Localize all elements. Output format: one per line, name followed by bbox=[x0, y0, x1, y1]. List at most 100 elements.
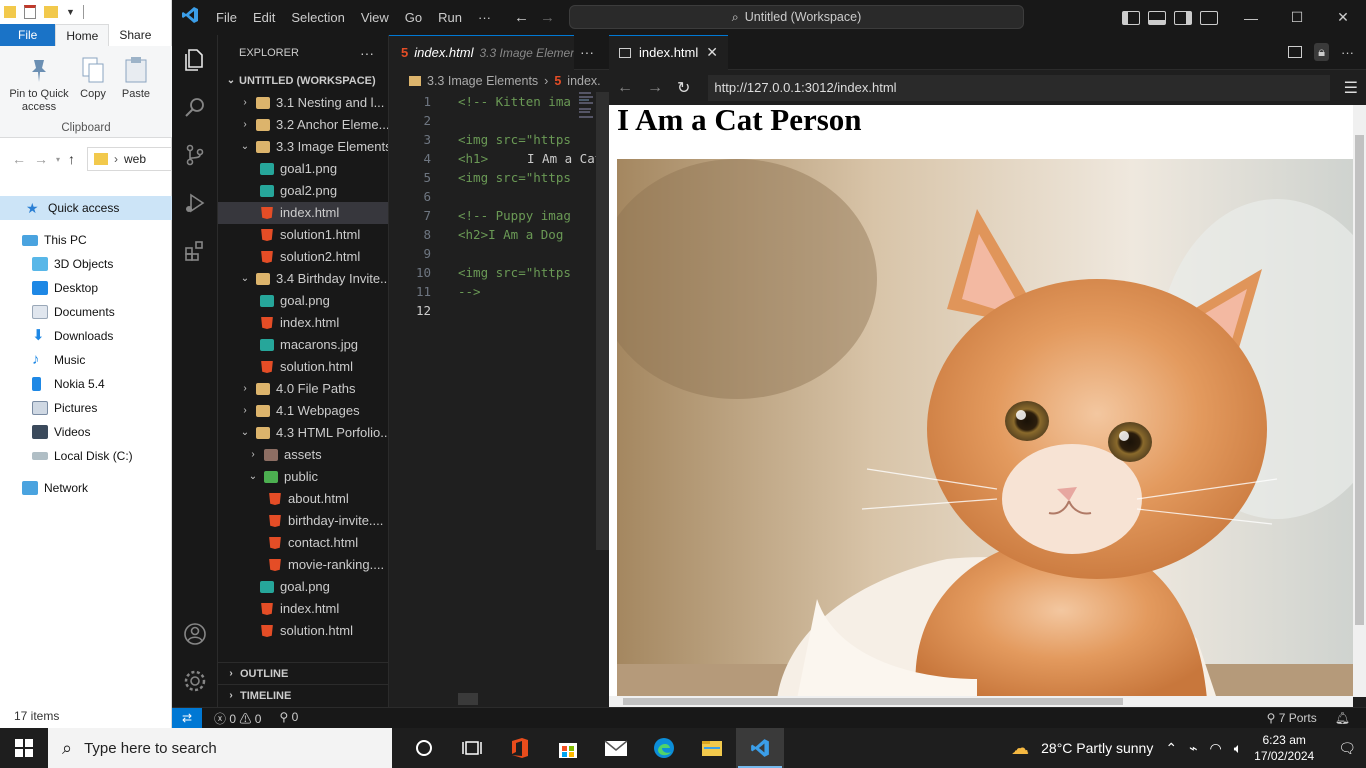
address-bar[interactable]: › web bbox=[87, 147, 172, 171]
weather-text[interactable]: 28°C Partly sunny bbox=[1041, 740, 1153, 756]
tree-folder[interactable]: › assets bbox=[218, 444, 388, 466]
toggle-secondary-sidebar-icon[interactable] bbox=[1174, 10, 1192, 25]
volume-icon[interactable]: 🔈︎ bbox=[1234, 740, 1242, 757]
nav-documents[interactable]: Documents bbox=[0, 300, 172, 324]
file-explorer-icon[interactable] bbox=[688, 728, 736, 768]
command-center[interactable]: ⌕ Untitled (Workspace) bbox=[569, 5, 1024, 29]
breadcrumb-file[interactable]: index. bbox=[567, 74, 600, 88]
new-folder-icon[interactable] bbox=[44, 6, 58, 18]
code-line[interactable]: 8 <h2>I Am a Dog bbox=[389, 225, 609, 244]
nav-pictures[interactable]: Pictures bbox=[0, 396, 172, 420]
menu-hamburger-icon[interactable]: ☰ bbox=[1344, 78, 1358, 98]
tree-file[interactable]: index.html bbox=[218, 202, 388, 224]
wifi-icon[interactable]: ◠ bbox=[1210, 740, 1222, 757]
extensions-icon[interactable] bbox=[183, 239, 207, 263]
menu-file[interactable]: File bbox=[208, 10, 245, 25]
nav-downloads[interactable]: ⬇ Downloads bbox=[0, 324, 172, 348]
task-view-icon[interactable] bbox=[448, 728, 496, 768]
editor-scrollbar[interactable] bbox=[596, 92, 609, 550]
scrollbar-thumb[interactable] bbox=[623, 698, 1123, 705]
tree-file[interactable]: goal1.png bbox=[218, 158, 388, 180]
close-icon[interactable]: ✕ bbox=[1320, 9, 1366, 26]
menu-view[interactable]: View bbox=[353, 10, 397, 25]
up-arrow-icon[interactable]: ↑ bbox=[68, 151, 75, 167]
more-actions-icon[interactable]: ··· bbox=[580, 44, 594, 60]
nav-local-disk[interactable]: Local Disk (C:) bbox=[0, 444, 172, 468]
scrollbar-thumb[interactable] bbox=[1355, 135, 1364, 625]
tab-home[interactable]: Home bbox=[55, 24, 110, 46]
tree-folder[interactable]: ⌄ 4.3 HTML Porfolio... bbox=[218, 422, 388, 444]
nav-forward-icon[interactable]: → bbox=[540, 9, 555, 26]
code-line[interactable]: 4 <h1> I Am a Cat bbox=[389, 149, 609, 168]
editor-horizontal-scrollbar[interactable] bbox=[458, 693, 478, 705]
tree-folder[interactable]: › 4.1 Webpages bbox=[218, 400, 388, 422]
start-button[interactable] bbox=[0, 728, 48, 768]
tree-folder[interactable]: ⌄ 3.4 Birthday Invite... bbox=[218, 268, 388, 290]
properties-icon[interactable] bbox=[24, 5, 36, 19]
menu-selection[interactable]: Selection bbox=[283, 10, 352, 25]
settings-gear-icon[interactable] bbox=[183, 669, 207, 693]
customize-layout-icon[interactable] bbox=[1200, 10, 1218, 25]
office-icon[interactable] bbox=[496, 728, 544, 768]
url-input[interactable]: http://127.0.0.1:3012/index.html bbox=[708, 74, 1330, 101]
reload-icon[interactable]: ↻ bbox=[677, 78, 690, 98]
network-icon[interactable]: ⌁ bbox=[1189, 740, 1197, 757]
tree-file[interactable]: movie-ranking.... bbox=[218, 554, 388, 576]
run-debug-icon[interactable] bbox=[183, 191, 207, 215]
code-line[interactable]: 5 <img src="https bbox=[389, 168, 609, 187]
weather-icon[interactable]: ☁ bbox=[1011, 738, 1029, 759]
nav-back-icon[interactable]: ← bbox=[514, 9, 529, 26]
outline-section[interactable]: › OUTLINE bbox=[218, 663, 388, 685]
pin-quick-access-button[interactable]: Pin to Quick access bbox=[4, 56, 74, 114]
tree-folder[interactable]: ⌄ 3.3 Image Elements bbox=[218, 136, 388, 158]
code-line[interactable]: 7 <!-- Puppy imag bbox=[389, 206, 609, 225]
workspace-root[interactable]: ⌄ UNTITLED (WORKSPACE) bbox=[218, 70, 388, 92]
nav-3d-objects[interactable]: 3D Objects bbox=[0, 252, 172, 276]
notifications-bell-icon[interactable]: 🔔︎ bbox=[1335, 711, 1350, 725]
tree-file[interactable]: solution.html bbox=[218, 356, 388, 378]
menu-more[interactable]: ··· bbox=[470, 10, 499, 25]
recent-dropdown-icon[interactable]: ▾ bbox=[56, 155, 60, 164]
code-line[interactable]: 10 <img src="https bbox=[389, 263, 609, 282]
preview-scrollbar[interactable] bbox=[1353, 105, 1366, 697]
tree-file[interactable]: birthday-invite.... bbox=[218, 510, 388, 532]
nav-quick-access[interactable]: ★ Quick access bbox=[0, 196, 172, 220]
notifications-icon[interactable]: 🗨︎ bbox=[1338, 740, 1356, 757]
tab-share[interactable]: Share bbox=[109, 24, 161, 46]
code-line[interactable]: 1 <!-- Kitten ima bbox=[389, 92, 609, 111]
minimize-icon[interactable]: — bbox=[1228, 10, 1274, 26]
more-actions-icon[interactable]: ··· bbox=[1341, 45, 1354, 60]
taskbar-search[interactable]: ⌕ Type here to search bbox=[48, 728, 392, 768]
code-line[interactable]: 12 bbox=[389, 301, 609, 320]
split-editor-icon[interactable] bbox=[1288, 46, 1303, 58]
menu-run[interactable]: Run bbox=[430, 10, 470, 25]
more-actions-icon[interactable]: ··· bbox=[360, 45, 374, 61]
paste-button[interactable]: Paste bbox=[118, 56, 154, 101]
maximize-icon[interactable]: ☐ bbox=[1274, 9, 1320, 26]
tree-file[interactable]: solution1.html bbox=[218, 224, 388, 246]
toggle-panel-icon[interactable] bbox=[1148, 10, 1166, 25]
minimap[interactable] bbox=[579, 92, 595, 122]
tree-folder[interactable]: › 3.2 Anchor Eleme... bbox=[218, 114, 388, 136]
accounts-icon[interactable] bbox=[183, 622, 207, 646]
tab-file[interactable]: File bbox=[0, 24, 56, 46]
remote-indicator-icon[interactable]: ⇄ bbox=[172, 707, 202, 729]
mail-icon[interactable] bbox=[592, 728, 640, 768]
clock[interactable]: 6:23 am 17/02/2024 bbox=[1254, 732, 1314, 764]
tree-file[interactable]: index.html bbox=[218, 598, 388, 620]
tab-index-html[interactable]: 5 index.html 3.3 Image Elemen bbox=[389, 34, 574, 70]
back-arrow-icon[interactable]: ← bbox=[12, 151, 26, 167]
tree-file[interactable]: index.html bbox=[218, 312, 388, 334]
tree-folder[interactable]: ⌄ public bbox=[218, 466, 388, 488]
code-line[interactable]: 3 <img src="https bbox=[389, 130, 609, 149]
timeline-section[interactable]: › TIMELINE bbox=[218, 685, 388, 707]
tree-folder[interactable]: › 4.0 File Paths bbox=[218, 378, 388, 400]
lock-icon[interactable]: 🔒︎ bbox=[1314, 43, 1329, 61]
explorer-icon[interactable] bbox=[183, 47, 207, 71]
breadcrumb-folder[interactable]: 3.3 Image Elements bbox=[427, 74, 538, 88]
code-lines[interactable]: 1 <!-- Kitten ima 2 3 <img src="https 4 <h1> I … bbox=[389, 92, 609, 320]
tab-preview-index-html[interactable]: index.html ✕ bbox=[609, 34, 728, 70]
cortana-icon[interactable] bbox=[400, 728, 448, 768]
nav-network[interactable]: Network bbox=[0, 476, 172, 500]
preview-horizontal-scrollbar[interactable] bbox=[609, 696, 1353, 707]
